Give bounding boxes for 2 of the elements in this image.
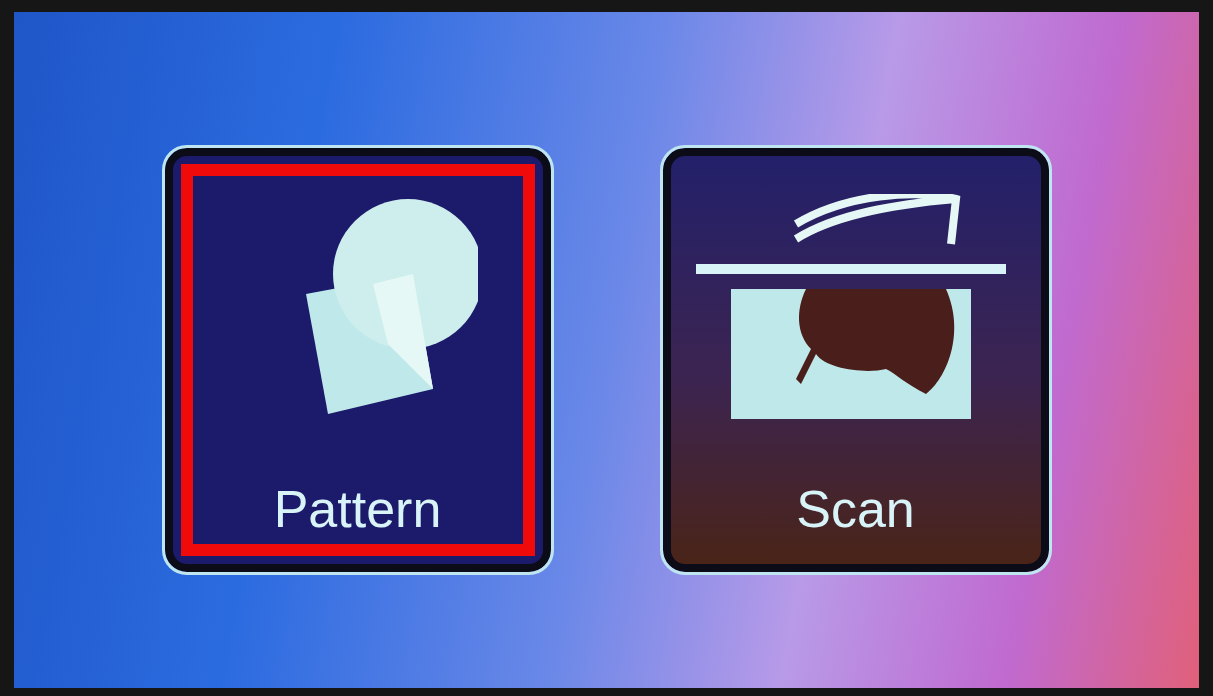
scan-tile-button[interactable]: Scan xyxy=(662,148,1049,572)
pattern-tile-button[interactable]: Pattern xyxy=(164,148,551,572)
